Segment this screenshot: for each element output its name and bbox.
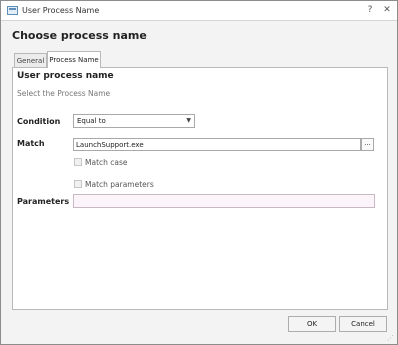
close-icon[interactable]: ✕ bbox=[382, 5, 392, 16]
condition-value: Equal to bbox=[77, 117, 106, 125]
match-label: Match bbox=[17, 139, 45, 148]
tab-panel: User process name Select the Process Nam… bbox=[12, 67, 388, 310]
tab-general[interactable]: General bbox=[14, 53, 47, 68]
condition-label: Condition bbox=[17, 117, 61, 126]
tab-process-name[interactable]: Process Name bbox=[47, 51, 101, 68]
match-input[interactable]: LaunchSupport.exe bbox=[73, 138, 361, 151]
dialog-title: Choose process name bbox=[12, 29, 147, 42]
parameters-input[interactable] bbox=[73, 194, 375, 208]
match-parameters-label: Match parameters bbox=[85, 180, 154, 189]
match-parameters-checkbox[interactable] bbox=[74, 180, 82, 188]
ok-button[interactable]: OK bbox=[288, 316, 336, 332]
parameters-label: Parameters bbox=[17, 197, 70, 206]
browse-button[interactable]: ... bbox=[361, 138, 374, 151]
chevron-down-icon[interactable]: ▼ bbox=[186, 117, 191, 124]
section-subtitle: Select the Process Name bbox=[17, 89, 111, 98]
window-title: User Process Name bbox=[22, 6, 100, 15]
cancel-button[interactable]: Cancel bbox=[339, 316, 387, 332]
resize-grip-icon[interactable]: ⋰ bbox=[387, 334, 395, 342]
match-case-checkbox[interactable] bbox=[74, 158, 82, 166]
title-bar[interactable]: User Process Name ? ✕ bbox=[1, 1, 397, 21]
condition-select[interactable]: Equal to ▼ bbox=[73, 114, 195, 128]
app-icon bbox=[7, 6, 18, 15]
dialog-window: User Process Name ? ✕ Choose process nam… bbox=[0, 0, 398, 345]
section-title: User process name bbox=[17, 71, 114, 81]
match-case-label: Match case bbox=[85, 158, 128, 167]
pin-icon[interactable]: ? bbox=[365, 5, 375, 16]
